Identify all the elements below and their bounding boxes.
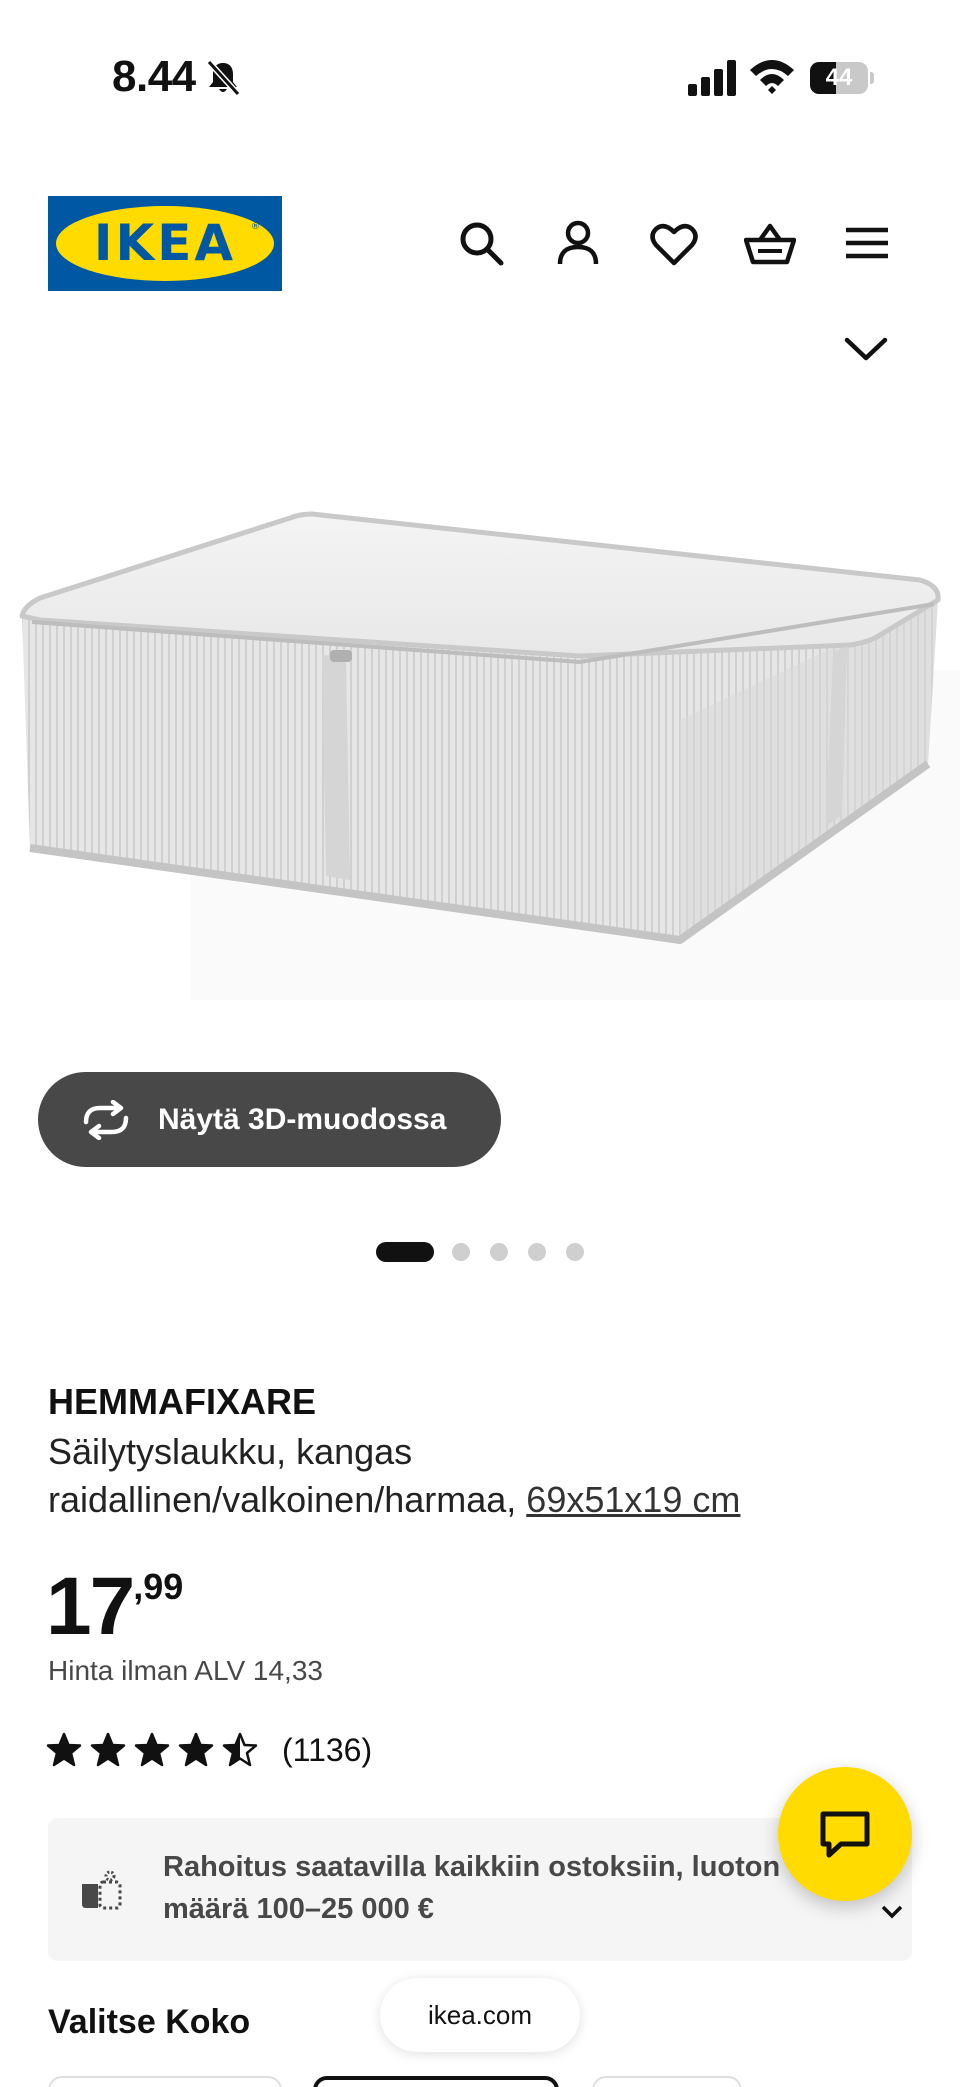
price-integer: 17 [46,1561,135,1652]
battery-level-text: 44 [825,64,853,91]
account-icon[interactable] [552,218,604,270]
battery-icon: 44 [810,62,874,94]
rating[interactable]: (1136) [46,1730,372,1770]
view-3d-label: Näytä 3D-muodossa [158,1102,447,1136]
financing-text: Rahoitus saatavilla kaikkiin ostoksiin, … [163,1851,781,1925]
star-icon [90,1732,126,1767]
star-icon [222,1732,258,1767]
carousel-dot-active[interactable] [376,1242,434,1262]
description-line2: raidallinen/valkoinen/harmaa, [48,1479,527,1520]
star-icon [134,1732,170,1767]
size-link[interactable]: 69x51x19 cm [526,1479,740,1520]
size-section-title: Valitse Koko [48,2003,251,2041]
rating-stars [46,1732,266,1768]
chevron-down-icon [881,1905,903,1919]
browser-url-pill[interactable]: ikea.com [380,1978,580,2052]
signal-icon [688,60,736,96]
status-time: 8.44 [112,52,196,101]
product-description: Säilytyslaukku, kangas raidallinen/valko… [48,1428,908,1524]
bell-slash-icon [206,59,241,97]
size-option[interactable] [592,2076,742,2087]
logo-text: IKEA [93,214,237,272]
carousel-dot[interactable] [490,1243,508,1261]
carousel-dot[interactable] [528,1243,546,1261]
size-option-selected[interactable] [313,2076,559,2087]
wifi-icon [750,60,794,94]
price-without-vat: Hinta ilman ALV 14,33 [48,1655,323,1686]
menu-icon[interactable] [842,218,894,270]
chat-icon [820,1811,870,1858]
price-decimal: ,99 [133,1566,184,1607]
rotate-3d-icon [83,1099,129,1140]
product-price: 17,99 [46,1560,183,1654]
carousel-dot[interactable] [566,1243,584,1261]
star-icon [46,1732,82,1767]
heart-icon[interactable] [648,218,700,270]
product-name: HEMMAFIXARE [48,1381,316,1422]
view-3d-button[interactable]: Näytä 3D-muodossa [38,1072,501,1167]
size-option[interactable] [48,2076,282,2087]
star-icon [178,1732,214,1767]
chat-button[interactable] [778,1767,912,1901]
carousel-dot[interactable] [452,1243,470,1261]
cart-icon[interactable] [744,218,796,270]
chevron-down-icon[interactable] [843,328,889,368]
financing-icon [82,1870,122,1910]
product-image[interactable] [0,420,960,1080]
carousel-dots [0,1242,960,1262]
status-bar: 8.44 44 [0,0,960,150]
description-line1: Säilytyslaukku, kangas [48,1431,413,1472]
ikea-logo[interactable]: IKEA ® [48,196,282,291]
search-icon[interactable] [456,218,508,270]
rating-count: (1136) [282,1731,373,1768]
